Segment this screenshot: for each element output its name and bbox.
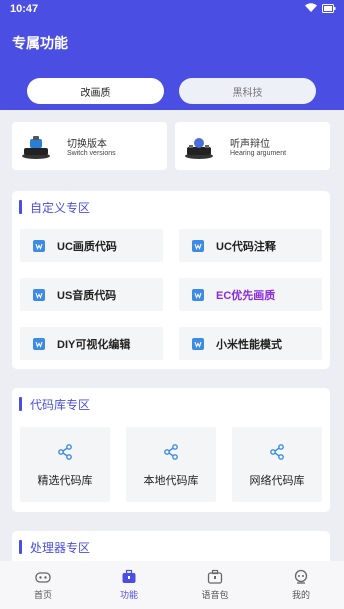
nav-label: 首页	[33, 590, 52, 600]
nav-mine[interactable]: 我的	[258, 561, 344, 609]
item-label: UC画质代码	[57, 240, 117, 253]
us-audio-code-item[interactable]: US音质代码	[20, 278, 163, 311]
toolbox-icon	[122, 569, 136, 583]
item-label: 本地代码库	[143, 475, 199, 487]
file-icon	[33, 288, 45, 301]
processor-zone-title: 处理器专区	[30, 540, 91, 555]
nav-label: 我的	[291, 590, 310, 600]
file-icon	[33, 239, 45, 252]
item-label: UC代码注释	[216, 240, 276, 253]
tab-black-tech-label: 黑科技	[232, 87, 263, 99]
network-library-item[interactable]: 网络代码库	[232, 427, 322, 502]
item-label: US音质代码	[57, 289, 117, 302]
library-zone-title: 代码库专区	[30, 397, 91, 412]
hearing-argument-card[interactable]: 听声辩位 Hearing argument	[175, 122, 330, 170]
library-zone-panel: 代码库专区 精选代码库 本地代码库 网络代码库	[12, 388, 330, 512]
share-icon	[58, 444, 72, 460]
battery-icon	[322, 3, 336, 13]
featured-library-item[interactable]: 精选代码库	[20, 427, 110, 502]
device-icon	[185, 138, 213, 159]
xiaomi-performance-item[interactable]: 小米性能模式	[179, 327, 322, 360]
item-label: 网络代码库	[249, 475, 305, 487]
share-icon	[270, 444, 284, 460]
ec-priority-quality-item[interactable]: EC优先画质	[179, 278, 322, 311]
nav-label: 功能	[119, 590, 138, 600]
nav-label: 语音包	[201, 590, 229, 600]
share-icon	[164, 444, 178, 460]
diy-visual-edit-item[interactable]: DIY可视化编辑	[20, 327, 163, 360]
tab-improve-quality[interactable]: 改画质	[27, 78, 164, 104]
nav-features[interactable]: 功能	[86, 561, 172, 609]
wifi-icon	[305, 3, 317, 12]
section-accent-bar	[19, 200, 22, 214]
uc-quality-code-item[interactable]: UC画质代码	[20, 229, 163, 262]
item-label: DIY可视化编辑	[57, 338, 131, 351]
item-label: EC优先画质	[216, 289, 276, 302]
device-icon	[22, 136, 50, 159]
tab-black-tech[interactable]: 黑科技	[179, 78, 316, 104]
file-icon	[192, 239, 204, 252]
library-zone-header: 代码库专区	[19, 397, 91, 412]
status-time: 10:47	[10, 3, 39, 15]
page-title: 专属功能	[12, 35, 68, 51]
robot-icon	[294, 569, 308, 584]
custom-zone-title: 自定义专区	[30, 200, 91, 215]
custom-zone-panel: 自定义专区 UC画质代码 UC代码注释 US音质代码 EC优先画质 DIY可视化…	[12, 191, 330, 369]
status-icons	[305, 3, 336, 13]
switch-version-title: 切换版本	[67, 139, 107, 150]
switch-version-card[interactable]: 切换版本 Switch versions	[12, 122, 167, 170]
local-library-item[interactable]: 本地代码库	[126, 427, 216, 502]
section-accent-bar	[19, 540, 22, 554]
item-label: 小米性能模式	[216, 338, 282, 351]
bottom-nav: 首页 功能 语音包 我的	[0, 561, 344, 609]
section-accent-bar	[19, 397, 22, 411]
processor-zone-header: 处理器专区	[19, 540, 91, 555]
switch-version-subtitle: Switch versions	[67, 150, 116, 157]
item-label: 精选代码库	[37, 475, 93, 487]
file-icon	[192, 337, 204, 350]
status-bar: 10:47	[0, 0, 344, 20]
uc-code-notes-item[interactable]: UC代码注释	[179, 229, 322, 262]
file-icon	[192, 288, 204, 301]
file-icon	[33, 337, 45, 350]
gamepad-icon	[35, 572, 51, 583]
tab-improve-quality-label: 改画质	[80, 87, 111, 99]
custom-zone-header: 自定义专区	[19, 200, 91, 215]
nav-home[interactable]: 首页	[0, 561, 86, 609]
hearing-argument-subtitle: Hearing argument	[230, 150, 287, 157]
briefcase-icon	[207, 569, 223, 584]
hearing-argument-title: 听声辩位	[230, 139, 270, 150]
nav-voice-pack[interactable]: 语音包	[172, 561, 258, 609]
